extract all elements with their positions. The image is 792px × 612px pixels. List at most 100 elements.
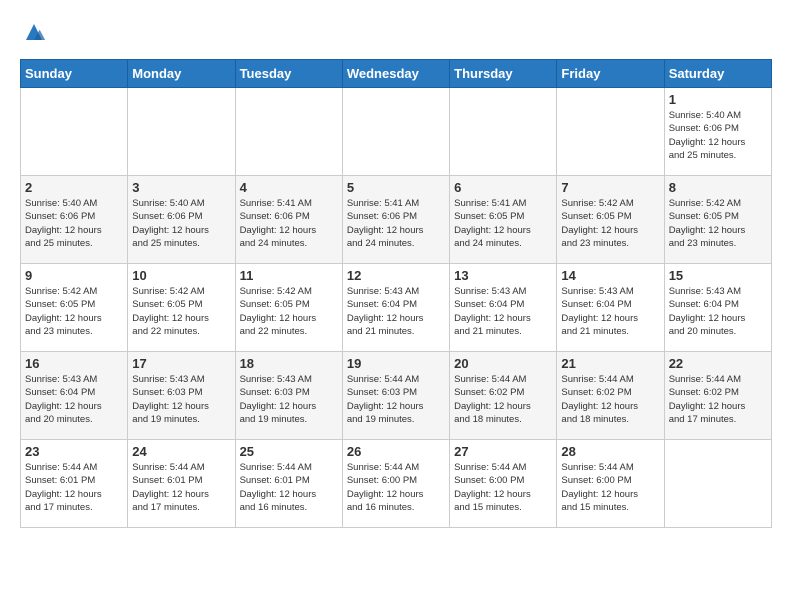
day-number: 24 <box>132 444 230 459</box>
day-info: Sunrise: 5:43 AM Sunset: 6:04 PM Dayligh… <box>561 285 659 338</box>
calendar-cell: 25 Sunrise: 5:44 AM Sunset: 6:01 PM Dayli… <box>235 440 342 528</box>
day-info: Sunrise: 5:42 AM Sunset: 6:05 PM Dayligh… <box>132 285 230 338</box>
day-number: 13 <box>454 268 552 283</box>
day-info: Sunrise: 5:44 AM Sunset: 6:01 PM Dayligh… <box>25 461 123 514</box>
day-number: 20 <box>454 356 552 371</box>
calendar-body: 1 Sunrise: 5:40 AM Sunset: 6:06 PM Daylig… <box>21 88 772 528</box>
calendar-week-2: 2 Sunrise: 5:40 AM Sunset: 6:06 PM Daylig… <box>21 176 772 264</box>
day-number: 3 <box>132 180 230 195</box>
day-number: 12 <box>347 268 445 283</box>
day-number: 16 <box>25 356 123 371</box>
day-number: 9 <box>25 268 123 283</box>
day-info: Sunrise: 5:43 AM Sunset: 6:04 PM Dayligh… <box>669 285 767 338</box>
day-number: 7 <box>561 180 659 195</box>
day-info: Sunrise: 5:43 AM Sunset: 6:03 PM Dayligh… <box>240 373 338 426</box>
day-info: Sunrise: 5:41 AM Sunset: 6:06 PM Dayligh… <box>347 197 445 250</box>
day-info: Sunrise: 5:40 AM Sunset: 6:06 PM Dayligh… <box>25 197 123 250</box>
calendar-cell: 1 Sunrise: 5:40 AM Sunset: 6:06 PM Daylig… <box>664 88 771 176</box>
day-info: Sunrise: 5:44 AM Sunset: 6:02 PM Dayligh… <box>561 373 659 426</box>
calendar-cell <box>342 88 449 176</box>
day-info: Sunrise: 5:41 AM Sunset: 6:06 PM Dayligh… <box>240 197 338 250</box>
day-number: 11 <box>240 268 338 283</box>
calendar-cell: 4 Sunrise: 5:41 AM Sunset: 6:06 PM Daylig… <box>235 176 342 264</box>
weekday-header-saturday: Saturday <box>664 60 771 88</box>
calendar-cell <box>21 88 128 176</box>
calendar-cell: 8 Sunrise: 5:42 AM Sunset: 6:05 PM Daylig… <box>664 176 771 264</box>
day-info: Sunrise: 5:41 AM Sunset: 6:05 PM Dayligh… <box>454 197 552 250</box>
day-info: Sunrise: 5:43 AM Sunset: 6:03 PM Dayligh… <box>132 373 230 426</box>
day-info: Sunrise: 5:42 AM Sunset: 6:05 PM Dayligh… <box>25 285 123 338</box>
calendar-week-5: 23 Sunrise: 5:44 AM Sunset: 6:01 PM Dayli… <box>21 440 772 528</box>
day-number: 22 <box>669 356 767 371</box>
logo <box>20 20 46 49</box>
weekday-header-wednesday: Wednesday <box>342 60 449 88</box>
calendar-week-4: 16 Sunrise: 5:43 AM Sunset: 6:04 PM Dayli… <box>21 352 772 440</box>
calendar-cell: 17 Sunrise: 5:43 AM Sunset: 6:03 PM Dayli… <box>128 352 235 440</box>
calendar-cell <box>557 88 664 176</box>
day-info: Sunrise: 5:42 AM Sunset: 6:05 PM Dayligh… <box>669 197 767 250</box>
weekday-header-thursday: Thursday <box>450 60 557 88</box>
calendar: SundayMondayTuesdayWednesdayThursdayFrid… <box>20 59 772 528</box>
day-info: Sunrise: 5:40 AM Sunset: 6:06 PM Dayligh… <box>132 197 230 250</box>
day-number: 1 <box>669 92 767 107</box>
day-number: 2 <box>25 180 123 195</box>
calendar-cell: 2 Sunrise: 5:40 AM Sunset: 6:06 PM Daylig… <box>21 176 128 264</box>
logo-icon <box>22 20 46 44</box>
day-info: Sunrise: 5:43 AM Sunset: 6:04 PM Dayligh… <box>347 285 445 338</box>
day-info: Sunrise: 5:44 AM Sunset: 6:02 PM Dayligh… <box>669 373 767 426</box>
calendar-cell: 18 Sunrise: 5:43 AM Sunset: 6:03 PM Dayli… <box>235 352 342 440</box>
day-number: 18 <box>240 356 338 371</box>
calendar-week-3: 9 Sunrise: 5:42 AM Sunset: 6:05 PM Daylig… <box>21 264 772 352</box>
day-info: Sunrise: 5:44 AM Sunset: 6:00 PM Dayligh… <box>347 461 445 514</box>
calendar-cell: 9 Sunrise: 5:42 AM Sunset: 6:05 PM Daylig… <box>21 264 128 352</box>
day-info: Sunrise: 5:44 AM Sunset: 6:01 PM Dayligh… <box>132 461 230 514</box>
day-number: 21 <box>561 356 659 371</box>
day-number: 19 <box>347 356 445 371</box>
calendar-cell: 3 Sunrise: 5:40 AM Sunset: 6:06 PM Daylig… <box>128 176 235 264</box>
calendar-cell: 20 Sunrise: 5:44 AM Sunset: 6:02 PM Dayli… <box>450 352 557 440</box>
calendar-cell: 19 Sunrise: 5:44 AM Sunset: 6:03 PM Dayli… <box>342 352 449 440</box>
calendar-cell: 21 Sunrise: 5:44 AM Sunset: 6:02 PM Dayli… <box>557 352 664 440</box>
calendar-cell: 14 Sunrise: 5:43 AM Sunset: 6:04 PM Dayli… <box>557 264 664 352</box>
calendar-cell: 7 Sunrise: 5:42 AM Sunset: 6:05 PM Daylig… <box>557 176 664 264</box>
calendar-cell: 11 Sunrise: 5:42 AM Sunset: 6:05 PM Dayli… <box>235 264 342 352</box>
day-number: 15 <box>669 268 767 283</box>
day-info: Sunrise: 5:44 AM Sunset: 6:00 PM Dayligh… <box>454 461 552 514</box>
day-info: Sunrise: 5:44 AM Sunset: 6:02 PM Dayligh… <box>454 373 552 426</box>
day-info: Sunrise: 5:44 AM Sunset: 6:01 PM Dayligh… <box>240 461 338 514</box>
day-number: 17 <box>132 356 230 371</box>
calendar-cell <box>235 88 342 176</box>
calendar-cell: 22 Sunrise: 5:44 AM Sunset: 6:02 PM Dayli… <box>664 352 771 440</box>
calendar-header: SundayMondayTuesdayWednesdayThursdayFrid… <box>21 60 772 88</box>
day-number: 25 <box>240 444 338 459</box>
day-number: 10 <box>132 268 230 283</box>
logo-text <box>20 20 46 49</box>
calendar-cell: 23 Sunrise: 5:44 AM Sunset: 6:01 PM Dayli… <box>21 440 128 528</box>
day-info: Sunrise: 5:44 AM Sunset: 6:03 PM Dayligh… <box>347 373 445 426</box>
day-number: 27 <box>454 444 552 459</box>
calendar-week-1: 1 Sunrise: 5:40 AM Sunset: 6:06 PM Daylig… <box>21 88 772 176</box>
day-number: 26 <box>347 444 445 459</box>
day-number: 23 <box>25 444 123 459</box>
calendar-cell <box>450 88 557 176</box>
calendar-cell: 16 Sunrise: 5:43 AM Sunset: 6:04 PM Dayli… <box>21 352 128 440</box>
calendar-cell: 28 Sunrise: 5:44 AM Sunset: 6:00 PM Dayli… <box>557 440 664 528</box>
day-number: 28 <box>561 444 659 459</box>
day-number: 8 <box>669 180 767 195</box>
day-info: Sunrise: 5:44 AM Sunset: 6:00 PM Dayligh… <box>561 461 659 514</box>
day-number: 14 <box>561 268 659 283</box>
day-info: Sunrise: 5:43 AM Sunset: 6:04 PM Dayligh… <box>454 285 552 338</box>
calendar-cell: 27 Sunrise: 5:44 AM Sunset: 6:00 PM Dayli… <box>450 440 557 528</box>
day-info: Sunrise: 5:43 AM Sunset: 6:04 PM Dayligh… <box>25 373 123 426</box>
page-header <box>20 20 772 49</box>
calendar-cell: 10 Sunrise: 5:42 AM Sunset: 6:05 PM Dayli… <box>128 264 235 352</box>
weekday-header-monday: Monday <box>128 60 235 88</box>
day-info: Sunrise: 5:42 AM Sunset: 6:05 PM Dayligh… <box>240 285 338 338</box>
day-number: 6 <box>454 180 552 195</box>
day-info: Sunrise: 5:40 AM Sunset: 6:06 PM Dayligh… <box>669 109 767 162</box>
weekday-header-tuesday: Tuesday <box>235 60 342 88</box>
day-info: Sunrise: 5:42 AM Sunset: 6:05 PM Dayligh… <box>561 197 659 250</box>
calendar-cell: 12 Sunrise: 5:43 AM Sunset: 6:04 PM Dayli… <box>342 264 449 352</box>
calendar-cell: 15 Sunrise: 5:43 AM Sunset: 6:04 PM Dayli… <box>664 264 771 352</box>
day-number: 4 <box>240 180 338 195</box>
